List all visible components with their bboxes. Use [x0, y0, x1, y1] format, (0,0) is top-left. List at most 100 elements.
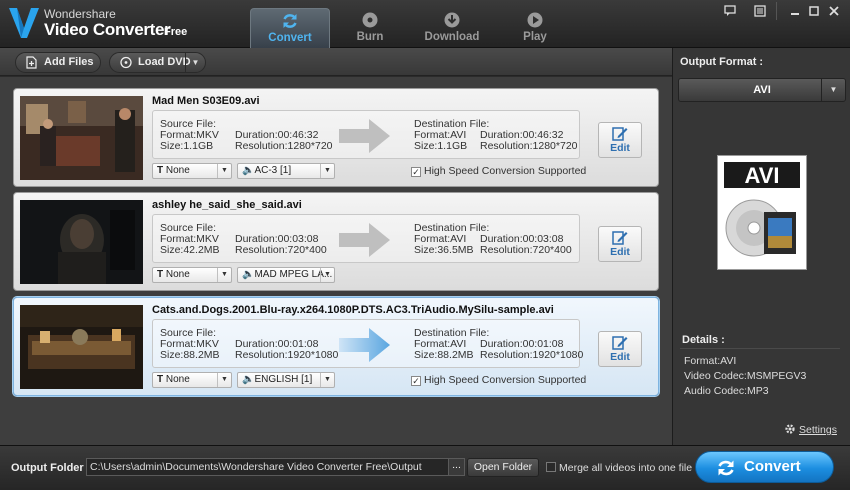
- speaker-icon: 🔈: [242, 269, 255, 280]
- edit-button[interactable]: Edit: [598, 122, 642, 158]
- tab-burn[interactable]: Burn: [330, 8, 410, 48]
- format-preview[interactable]: AVI: [717, 155, 807, 270]
- destination-size: Size:1.1GB: [414, 140, 468, 152]
- output-format-label: Output Format :: [680, 56, 764, 68]
- chat-icon[interactable]: [721, 3, 739, 19]
- output-format-select[interactable]: AVI ▼: [678, 78, 846, 102]
- edit-label: Edit: [610, 246, 630, 258]
- open-folder-button[interactable]: Open Folder: [467, 458, 539, 477]
- logo-icon: [9, 8, 39, 38]
- subtitle-text-icon: T: [157, 374, 164, 385]
- browse-button[interactable]: ...: [448, 459, 464, 475]
- title-bar: Wondershare Video Converter Free Convert…: [0, 0, 850, 48]
- disc-icon: [362, 12, 378, 28]
- menu-list-icon[interactable]: [751, 3, 769, 19]
- output-folder-path: C:\Users\admin\Documents\Wondershare Vid…: [90, 461, 422, 473]
- close-icon[interactable]: [825, 3, 843, 19]
- tab-play[interactable]: Play: [495, 8, 575, 48]
- edit-pencil-icon: [612, 127, 628, 141]
- add-files-button[interactable]: Add Files: [15, 52, 101, 73]
- detail-video-codec: Video Codec:MSMPEGV3: [684, 370, 807, 382]
- convert-refresh-icon: [718, 460, 734, 476]
- video-thumbnail: [20, 200, 143, 284]
- chevron-down-icon: ▼: [821, 79, 845, 101]
- tab-download-label: Download: [424, 31, 480, 43]
- file-info-panel: Source File: Format:MKV Size:42.2MB Dura…: [152, 214, 580, 263]
- toolbar: Add Files Load DVD ▼: [0, 48, 672, 76]
- merge-checkbox[interactable]: [546, 462, 556, 472]
- file-item-selected[interactable]: Cats.and.Dogs.2001.Blu-ray.x264.1080P.DT…: [13, 297, 659, 396]
- edit-label: Edit: [610, 351, 630, 363]
- arrow-right-icon: [339, 119, 390, 153]
- gear-icon: [785, 424, 795, 434]
- edit-button[interactable]: Edit: [598, 226, 642, 262]
- subtitle-value: None: [165, 165, 190, 176]
- subtitle-select[interactable]: T None ▼: [152, 372, 232, 388]
- detail-format: Format:AVI: [684, 355, 737, 367]
- speaker-icon: 🔈: [242, 165, 255, 176]
- output-format-panel: Output Format : AVI ▼ AVI Details : Form…: [672, 48, 850, 445]
- load-dvd-button[interactable]: Load DVD ▼: [109, 52, 206, 73]
- source-size: Size:42.2MB: [160, 244, 220, 256]
- source-resolution: Resolution:1280*720: [235, 140, 333, 152]
- file-info-panel: Source File: Format:MKV Size:88.2MB Dura…: [152, 319, 584, 368]
- high-speed-checkbox[interactable]: ✓: [411, 167, 421, 177]
- edit-label: Edit: [610, 142, 630, 154]
- subtitle-text-icon: T: [157, 269, 164, 280]
- title-divider: [776, 2, 777, 20]
- high-speed-checkbox[interactable]: ✓: [411, 376, 421, 386]
- chevron-down-icon: ▼: [320, 164, 334, 178]
- bottom-bar: Output Folder : C:\Users\admin\Documents…: [0, 445, 850, 490]
- chevron-down-icon: ▼: [217, 373, 231, 387]
- tab-convert[interactable]: Convert: [250, 8, 330, 48]
- product-name: Video Converter: [44, 20, 171, 39]
- arrow-right-icon: [339, 328, 390, 362]
- brand-name: Wondershare: [44, 7, 116, 21]
- maximize-icon[interactable]: [805, 3, 823, 19]
- edit-button[interactable]: Edit: [598, 331, 642, 367]
- subtitle-select[interactable]: T None ▼: [152, 267, 232, 283]
- app-window: Wondershare Video Converter Free Convert…: [0, 0, 850, 490]
- audio-track-value: AC-3 [1]: [254, 165, 292, 176]
- edit-pencil-icon: [612, 231, 628, 245]
- output-folder-input[interactable]: C:\Users\admin\Documents\Wondershare Vid…: [86, 458, 465, 476]
- tab-play-label: Play: [523, 31, 547, 43]
- settings-link[interactable]: Settings: [784, 423, 837, 436]
- high-speed-label: High Speed Conversion Supported: [424, 165, 587, 177]
- file-info-panel: Source File: Format:MKV Size:1.1GB Durat…: [152, 110, 580, 159]
- download-icon: [444, 12, 460, 28]
- add-file-icon: [26, 56, 37, 69]
- audio-track-select[interactable]: 🔈AC-3 [1] ▼: [237, 163, 335, 179]
- chevron-down-icon: ▼: [217, 268, 231, 282]
- minimize-icon[interactable]: [786, 3, 804, 19]
- dvd-icon: [120, 56, 132, 69]
- high-speed-label: High Speed Conversion Supported: [424, 374, 587, 386]
- file-name: Mad Men S03E09.avi: [152, 95, 260, 107]
- detail-audio-codec: Audio Codec:MP3: [684, 385, 769, 397]
- details-label: Details :: [682, 334, 725, 346]
- settings-label: Settings: [799, 424, 837, 436]
- destination-size: Size:88.2MB: [414, 349, 474, 361]
- load-dvd-label: Load DVD: [138, 56, 191, 68]
- file-item[interactable]: ashley he_said_she_said.avi Source File:…: [13, 192, 659, 291]
- audio-track-select[interactable]: 🔈ENGLISH [1] ▼: [237, 372, 335, 388]
- video-thumbnail: [20, 96, 143, 180]
- subtitle-text-icon: T: [157, 165, 164, 176]
- audio-track-select[interactable]: 🔈MAD MPEG LA... ▼: [237, 267, 335, 283]
- video-thumbnail: [20, 305, 143, 389]
- avi-preview-label: AVI: [744, 163, 779, 188]
- source-resolution: Resolution:720*400: [235, 244, 327, 256]
- edit-pencil-icon: [612, 336, 628, 350]
- chevron-down-icon: ▼: [320, 268, 334, 282]
- subtitle-select[interactable]: T None ▼: [152, 163, 232, 179]
- add-files-label: Add Files: [44, 56, 94, 68]
- output-format-value: AVI: [753, 84, 771, 96]
- tab-download[interactable]: Download: [412, 8, 492, 48]
- destination-resolution: Resolution:1920*1080: [480, 349, 584, 361]
- output-folder-label: Output Folder :: [11, 462, 91, 474]
- speaker-icon: 🔈: [242, 374, 255, 385]
- destination-resolution: Resolution:720*400: [480, 244, 572, 256]
- chevron-down-icon[interactable]: ▼: [185, 53, 205, 72]
- file-item[interactable]: Mad Men S03E09.avi Source File: Format:M…: [13, 88, 659, 187]
- convert-button[interactable]: Convert: [695, 451, 834, 483]
